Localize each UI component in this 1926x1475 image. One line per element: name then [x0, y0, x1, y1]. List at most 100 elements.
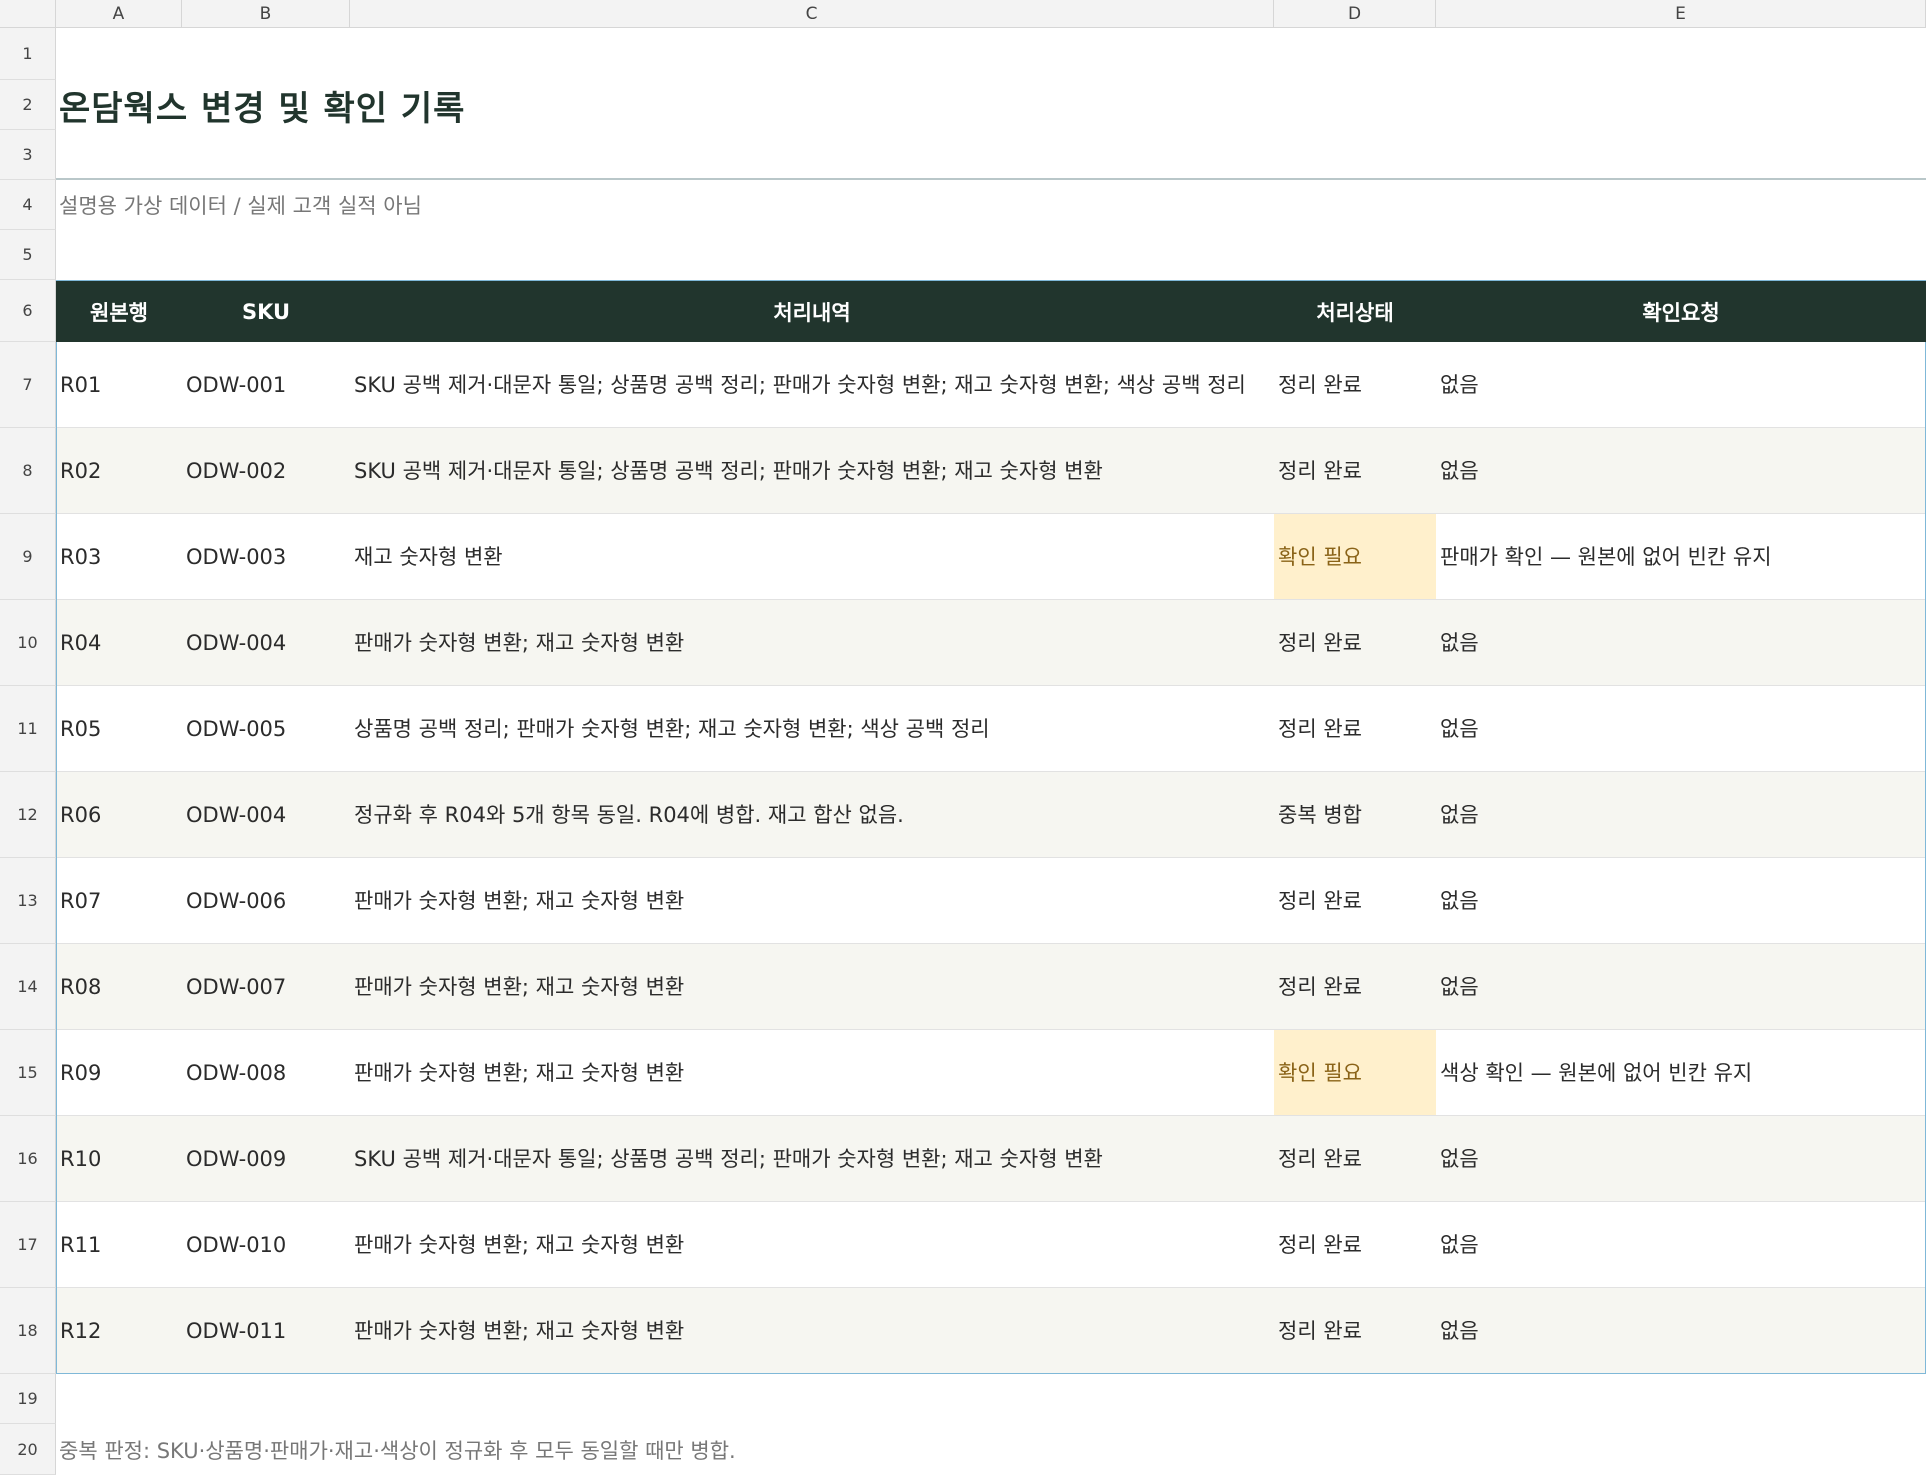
cell-request[interactable]: 없음	[1436, 858, 1926, 943]
cell-original-row[interactable]: R10	[56, 1116, 182, 1201]
table-row: R12 ODW-011 판매가 숫자형 변환; 재고 숫자형 변환 정리 완료 없음	[56, 1288, 1926, 1374]
cell-sku[interactable]: ODW-010	[182, 1202, 350, 1287]
row-header-11[interactable]: 11	[0, 686, 56, 772]
row-header-2[interactable]: 2	[0, 80, 56, 130]
cell-request[interactable]: 없음	[1436, 342, 1926, 427]
cell-sku[interactable]: ODW-009	[182, 1116, 350, 1201]
row-header-6[interactable]: 6	[0, 280, 56, 342]
cell-detail[interactable]: SKU 공백 제거·대문자 통일; 상품명 공백 정리; 판매가 숫자형 변환;…	[350, 342, 1274, 427]
table-row: R02 ODW-002 SKU 공백 제거·대문자 통일; 상품명 공백 정리; 판…	[56, 428, 1926, 514]
header-original-row[interactable]: 원본행	[56, 281, 182, 343]
cell-request[interactable]: 없음	[1436, 1116, 1926, 1201]
cell-detail[interactable]: 판매가 숫자형 변환; 재고 숫자형 변환	[350, 1030, 1274, 1115]
cell-sku[interactable]: ODW-002	[182, 428, 350, 513]
row-header-1[interactable]: 1	[0, 28, 56, 80]
cell-status[interactable]: 정리 완료	[1274, 342, 1436, 427]
table-row: R04 ODW-004 판매가 숫자형 변환; 재고 숫자형 변환 정리 완료 없음	[56, 600, 1926, 686]
cell-detail[interactable]: 판매가 숫자형 변환; 재고 숫자형 변환	[350, 600, 1274, 685]
row-header-10[interactable]: 10	[0, 600, 56, 686]
cell-request[interactable]: 색상 확인 — 원본에 없어 빈칸 유지	[1436, 1030, 1926, 1115]
cell-original-row[interactable]: R02	[56, 428, 182, 513]
cell-sku[interactable]: ODW-007	[182, 944, 350, 1029]
cell-request[interactable]: 없음	[1436, 1288, 1926, 1373]
column-header-e[interactable]: E	[1436, 0, 1926, 28]
row-header-16[interactable]: 16	[0, 1116, 56, 1202]
cell-status[interactable]: 정리 완료	[1274, 1202, 1436, 1287]
cell-request[interactable]: 없음	[1436, 1202, 1926, 1287]
row-header-13[interactable]: 13	[0, 858, 56, 944]
cell-original-row[interactable]: R09	[56, 1030, 182, 1115]
cell-request[interactable]: 없음	[1436, 600, 1926, 685]
cell-status[interactable]: 정리 완료	[1274, 1288, 1436, 1373]
row-header-14[interactable]: 14	[0, 944, 56, 1030]
cell-original-row[interactable]: R06	[56, 772, 182, 857]
column-header-c[interactable]: C	[350, 0, 1274, 28]
cell-detail[interactable]: 상품명 공백 정리; 판매가 숫자형 변환; 재고 숫자형 변환; 색상 공백 …	[350, 686, 1274, 771]
cell-sku[interactable]: ODW-006	[182, 858, 350, 943]
cell-status[interactable]: 정리 완료	[1274, 428, 1436, 513]
row-header-18[interactable]: 18	[0, 1288, 56, 1374]
cell-sku[interactable]: ODW-004	[182, 772, 350, 857]
row-header-15[interactable]: 15	[0, 1030, 56, 1116]
cell-detail[interactable]: SKU 공백 제거·대문자 통일; 상품명 공백 정리; 판매가 숫자형 변환;…	[350, 1116, 1274, 1201]
cell-detail[interactable]: 재고 숫자형 변환	[350, 514, 1274, 599]
cell-request[interactable]: 없음	[1436, 944, 1926, 1029]
cell-original-row[interactable]: R12	[56, 1288, 182, 1373]
cell-detail[interactable]: SKU 공백 제거·대문자 통일; 상품명 공백 정리; 판매가 숫자형 변환;…	[350, 428, 1274, 513]
cell-sku[interactable]: ODW-001	[182, 342, 350, 427]
cell-detail[interactable]: 판매가 숫자형 변환; 재고 숫자형 변환	[350, 1288, 1274, 1373]
cell-status[interactable]: 정리 완료	[1274, 858, 1436, 943]
header-status[interactable]: 처리상태	[1274, 281, 1436, 343]
cell-sku[interactable]: ODW-011	[182, 1288, 350, 1373]
cell-sku[interactable]: ODW-004	[182, 600, 350, 685]
cell-request[interactable]: 판매가 확인 — 원본에 없어 빈칸 유지	[1436, 514, 1926, 599]
table-row: R01 ODW-001 SKU 공백 제거·대문자 통일; 상품명 공백 정리; 판…	[56, 342, 1926, 428]
select-all-corner[interactable]	[0, 0, 56, 28]
cell-detail[interactable]: 판매가 숫자형 변환; 재고 숫자형 변환	[350, 1202, 1274, 1287]
header-request[interactable]: 확인요청	[1436, 281, 1926, 343]
cell-detail[interactable]: 판매가 숫자형 변환; 재고 숫자형 변환	[350, 944, 1274, 1029]
cell-sku[interactable]: ODW-005	[182, 686, 350, 771]
footnote[interactable]: 중복 판정: SKU·상품명·판매가·재고·색상이 정규화 후 모두 동일할 때…	[59, 1424, 736, 1475]
cell-original-row[interactable]: R01	[56, 342, 182, 427]
cell-request[interactable]: 없음	[1436, 772, 1926, 857]
cell-status[interactable]: 중복 병합	[1274, 772, 1436, 857]
header-sku[interactable]: SKU	[182, 281, 350, 343]
row-header-5[interactable]: 5	[0, 230, 56, 280]
cell-status[interactable]: 정리 완료	[1274, 600, 1436, 685]
sheet-subtitle[interactable]: 설명용 가상 데이터 / 실제 고객 실적 아님	[59, 180, 422, 230]
column-header-d[interactable]: D	[1274, 0, 1436, 28]
cell-sku[interactable]: ODW-003	[182, 514, 350, 599]
row-header-8[interactable]: 8	[0, 428, 56, 514]
row-header-7[interactable]: 7	[0, 342, 56, 428]
table-row: R10 ODW-009 SKU 공백 제거·대문자 통일; 상품명 공백 정리; 판…	[56, 1116, 1926, 1202]
row-header-3[interactable]: 3	[0, 130, 56, 180]
sheet-title[interactable]: 온담웍스 변경 및 확인 기록	[59, 80, 465, 130]
table-row: R05 ODW-005 상품명 공백 정리; 판매가 숫자형 변환; 재고 숫자형 …	[56, 686, 1926, 772]
cell-original-row[interactable]: R04	[56, 600, 182, 685]
cell-original-row[interactable]: R05	[56, 686, 182, 771]
row-header-12[interactable]: 12	[0, 772, 56, 858]
cell-status[interactable]: 정리 완료	[1274, 1116, 1436, 1201]
cell-original-row[interactable]: R08	[56, 944, 182, 1029]
column-header-a[interactable]: A	[56, 0, 182, 28]
header-detail[interactable]: 처리내역	[350, 281, 1274, 343]
row-header-19[interactable]: 19	[0, 1374, 56, 1424]
row-header-4[interactable]: 4	[0, 180, 56, 230]
cell-status[interactable]: 정리 완료	[1274, 686, 1436, 771]
cell-status[interactable]: 정리 완료	[1274, 944, 1436, 1029]
cell-status[interactable]: 확인 필요	[1274, 1030, 1436, 1115]
column-header-b[interactable]: B	[182, 0, 350, 28]
cell-status[interactable]: 확인 필요	[1274, 514, 1436, 599]
row-header-20[interactable]: 20	[0, 1424, 56, 1475]
cell-original-row[interactable]: R07	[56, 858, 182, 943]
cell-original-row[interactable]: R03	[56, 514, 182, 599]
cell-detail[interactable]: 판매가 숫자형 변환; 재고 숫자형 변환	[350, 858, 1274, 943]
cell-request[interactable]: 없음	[1436, 428, 1926, 513]
row-header-17[interactable]: 17	[0, 1202, 56, 1288]
cell-sku[interactable]: ODW-008	[182, 1030, 350, 1115]
row-header-9[interactable]: 9	[0, 514, 56, 600]
cell-request[interactable]: 없음	[1436, 686, 1926, 771]
cell-original-row[interactable]: R11	[56, 1202, 182, 1287]
cell-detail[interactable]: 정규화 후 R04와 5개 항목 동일. R04에 병합. 재고 합산 없음.	[350, 772, 1274, 857]
